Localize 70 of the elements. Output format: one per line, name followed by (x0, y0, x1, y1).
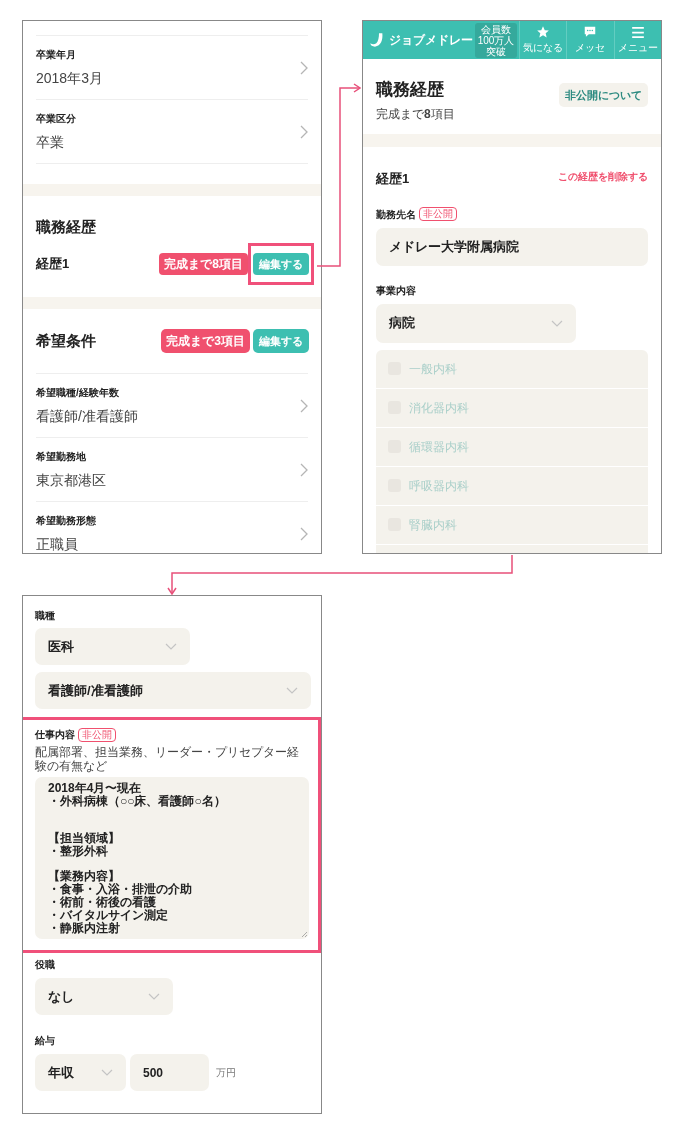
field-value: 看護師/准看護師 (36, 406, 138, 426)
nav-item[interactable]: メニュー (613, 21, 661, 59)
field-value: 正職員 (36, 534, 79, 553)
chevron-down-icon (101, 1069, 113, 1076)
select-field[interactable]: 年収 (35, 1054, 126, 1091)
logo-icon (369, 32, 385, 48)
select-field[interactable]: 看護師/准看護師 (35, 672, 311, 709)
chevron-down-icon (551, 319, 563, 327)
chevron-icon (300, 526, 308, 541)
chevron-down-icon (286, 687, 298, 694)
entry-title: 経歴1 (376, 170, 410, 188)
field-label: 給与 (35, 1034, 56, 1048)
field-label: 希望勤務形態 (36, 513, 96, 528)
chevron-icon (300, 462, 308, 477)
text-line: ・術前・術後の看護 (48, 896, 156, 909)
nav-item[interactable]: 気になる (519, 21, 567, 59)
hint-text: 配属部署、担当業務、リーダー・プリセプター経験の有無など (35, 745, 300, 773)
text-line: ・静脈内注射 (48, 922, 120, 935)
field-value: 東京都港区 (36, 470, 106, 490)
text-line: 【業務内容】 (48, 870, 120, 883)
field-value: 2018年3月 (36, 68, 103, 88)
chevron-icon (300, 398, 308, 413)
number-field[interactable]: 500 (130, 1054, 209, 1091)
text-line: 2018年4月〜現在 (48, 782, 142, 795)
chevron-icon (300, 124, 308, 139)
field-label: 卒業区分 (36, 111, 76, 126)
text-line: 【担当領域】 (48, 832, 120, 845)
select-field[interactable]: 医科 (35, 628, 190, 665)
text-line: ・整形外科 (48, 845, 108, 858)
remaining-badge: 完成まで8項目 (159, 252, 248, 275)
select-field[interactable]: 病院 (376, 303, 576, 343)
field-label: 卒業年月 (36, 47, 77, 62)
text-line: ・バイタルサイン測定 (48, 909, 168, 922)
unit-label: 万円 (216, 1066, 236, 1080)
private-badge: 非公開 (419, 207, 457, 221)
section-title: 希望条件 (36, 330, 96, 351)
nav-item[interactable]: メッセ (566, 21, 614, 59)
private-badge: 非公開 (78, 727, 116, 742)
text-area[interactable]: 2018年4月〜現在 ・外科病棟（○○床、看護師○名） 【担当領域】 ・整形外科 【業務内容】 ・食事・入浴・排泄の介助 ・術前・術後の看護 ・バイタルサイン測定 ・静脈内注射 (35, 777, 309, 939)
chevron-down-icon (165, 643, 177, 650)
field-label: 希望勤務地 (36, 449, 87, 464)
text-line: ・食事・入浴・排泄の介助 (48, 883, 192, 896)
chat-icon (583, 25, 598, 39)
field-label: 職種 (35, 609, 56, 623)
star-icon (536, 25, 551, 39)
menu-icon (630, 25, 645, 39)
progress-text: 完成まで8項目 (376, 105, 455, 123)
section-title: 職務経歴 (36, 217, 97, 237)
text-line: ・外科病棟（○○床、看護師○名） (48, 795, 226, 808)
text-field[interactable]: メドレー大学附属病院 (376, 227, 648, 266)
field-value: 卒業 (36, 132, 65, 152)
edit-button[interactable]: 編集する (253, 252, 309, 275)
edit-button[interactable]: 編集する (253, 329, 309, 353)
select-field[interactable]: なし (35, 978, 173, 1015)
chevron-down-icon (148, 993, 160, 1000)
resize-grip-icon (302, 932, 307, 937)
logo-text: ジョブメドレー (389, 32, 473, 49)
field-label: 役職 (35, 958, 56, 972)
about-button[interactable]: 非公開について (559, 83, 648, 107)
field-label: 希望職種/経験年数 (36, 385, 120, 400)
member-badge: 会員数 100万人 突破 (475, 22, 517, 58)
entry-title: 経歴1 (36, 254, 70, 273)
page-title: 職務経歴 (376, 79, 445, 101)
field-label: 仕事内容 (35, 728, 75, 742)
chevron-icon (300, 60, 308, 75)
field-label: 勤務先名 (376, 207, 416, 222)
field-label: 事業内容 (376, 283, 417, 298)
remaining-badge: 完成まで3項目 (161, 329, 250, 353)
delete-link[interactable]: この経歴を削除する (558, 169, 648, 184)
highlight-frame (248, 242, 314, 285)
